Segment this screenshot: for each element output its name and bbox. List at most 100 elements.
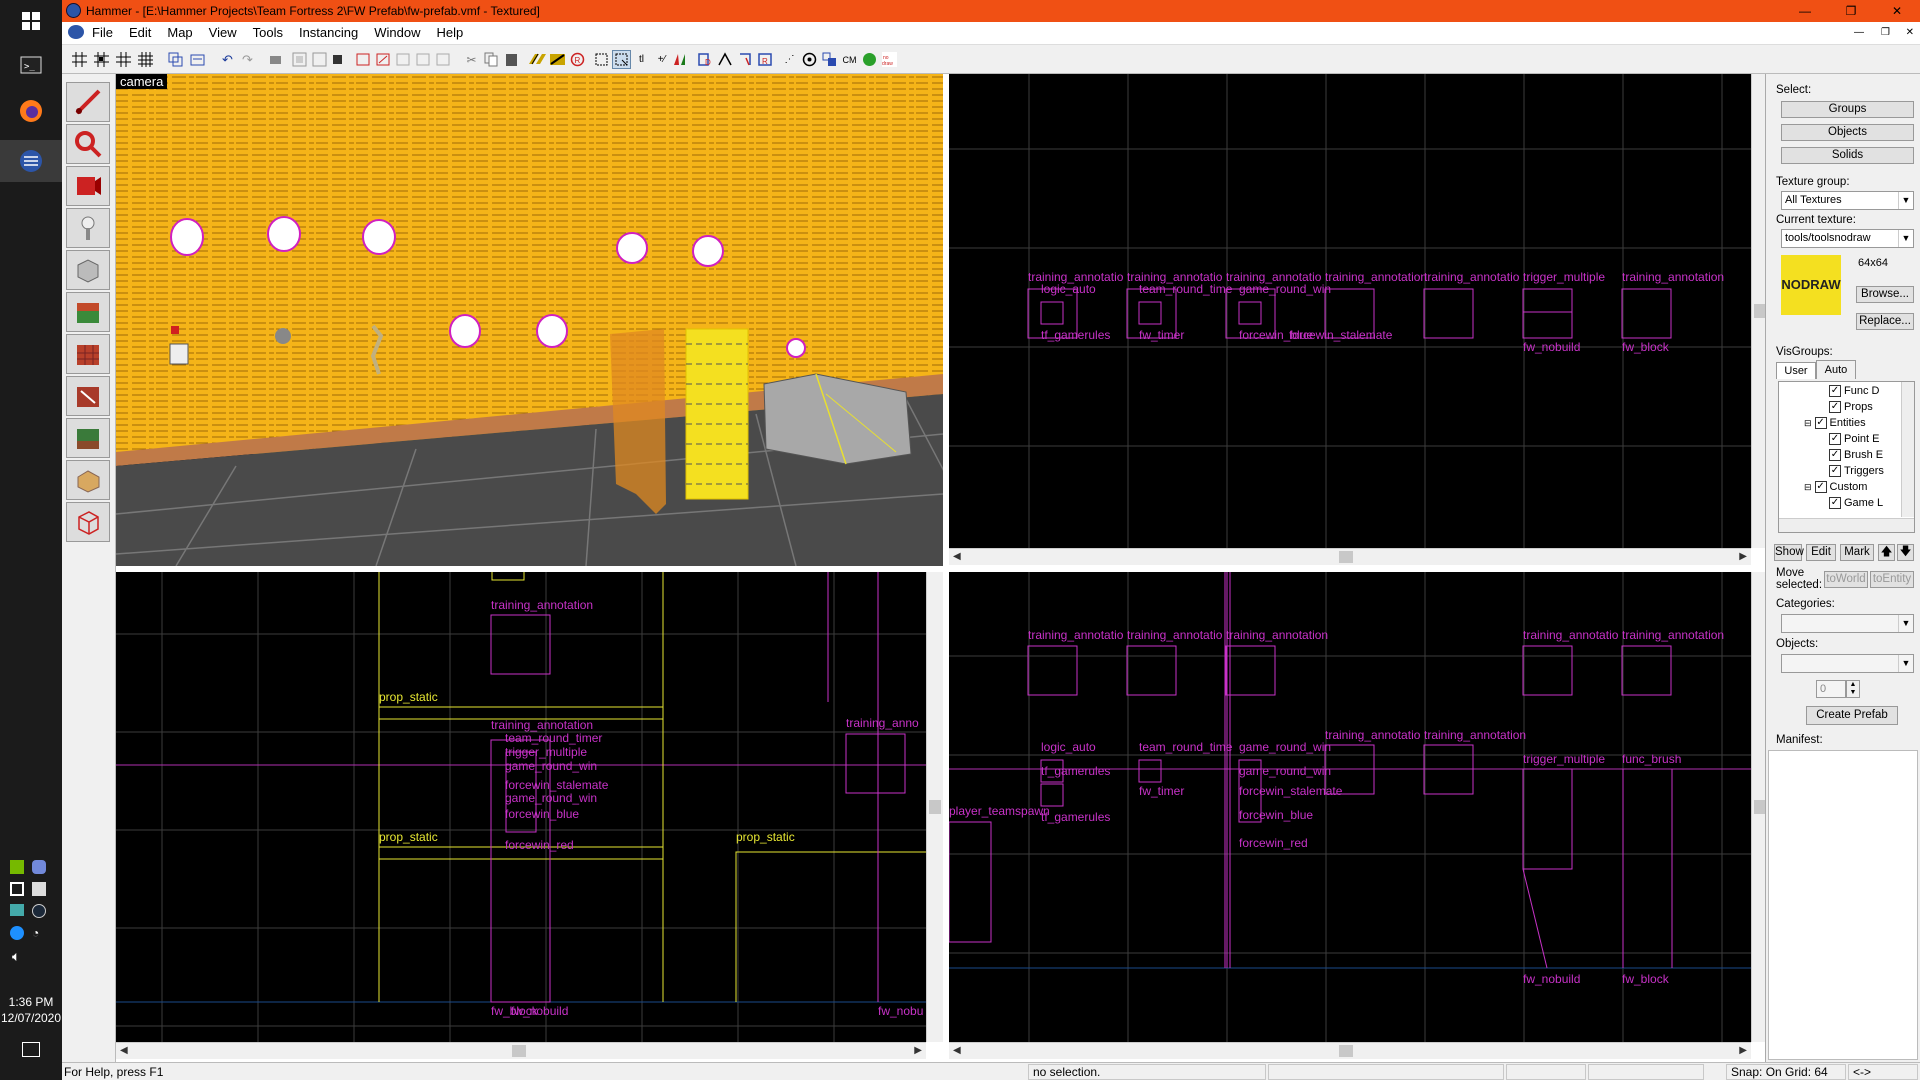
- close-icon[interactable]: ✕: [1874, 0, 1920, 22]
- camera-tool-icon[interactable]: [66, 166, 110, 206]
- arrow-up-icon[interactable]: 🡅: [1878, 544, 1895, 561]
- entity-label[interactable]: fw_block: [1622, 340, 1669, 354]
- checkbox-checked-icon[interactable]: ✓: [1814, 481, 1827, 493]
- entity-label[interactable]: tf_gamerules: [1041, 328, 1110, 342]
- categories-select[interactable]: ▼: [1781, 614, 1914, 633]
- visgroup-show-button[interactable]: Show: [1774, 544, 1804, 561]
- objects-select[interactable]: ▼: [1781, 654, 1914, 673]
- entity-label[interactable]: training_annotation: [491, 718, 593, 732]
- side-view-hscroll[interactable]: ◀ ▶: [116, 1042, 926, 1059]
- taskbar-date[interactable]: 12/07/2020: [0, 1010, 62, 1026]
- hide-unselected-icon[interactable]: [394, 50, 413, 69]
- block-tool-icon[interactable]: [66, 250, 110, 290]
- side-view-vscroll[interactable]: [926, 572, 943, 1042]
- discord-icon[interactable]: [32, 860, 46, 874]
- selection-tool-icon[interactable]: [66, 82, 110, 122]
- bluetooth-icon[interactable]: [10, 926, 24, 940]
- create-prefab-button[interactable]: Create Prefab: [1806, 706, 1898, 725]
- visgroup-tab-auto[interactable]: Auto: [1816, 360, 1856, 379]
- current-texture-select[interactable]: tools/toolsnodraw ▼: [1781, 229, 1914, 248]
- entity-label[interactable]: forcewin_blue: [1239, 808, 1313, 822]
- visgroup-item[interactable]: ✓ Func D: [1829, 385, 1879, 397]
- entity-label[interactable]: fw_block: [1622, 972, 1669, 986]
- selection-tool-icon[interactable]: [592, 50, 611, 69]
- entity-label[interactable]: fw_timer: [1139, 784, 1184, 798]
- run-map-icon[interactable]: [716, 50, 735, 69]
- minimize-icon[interactable]: —: [1782, 0, 1828, 22]
- copy-icon[interactable]: [482, 50, 501, 69]
- visgroup-item[interactable]: ✓ Props: [1829, 401, 1873, 413]
- visgroup-icon[interactable]: [434, 50, 453, 69]
- menu-help[interactable]: Help: [428, 25, 471, 40]
- menu-instancing[interactable]: Instancing: [291, 25, 366, 40]
- texture-application-icon[interactable]: +⁄: [652, 50, 671, 69]
- firefox-icon[interactable]: [14, 94, 48, 128]
- visgroup-item[interactable]: ✓ Brush E: [1829, 449, 1883, 461]
- to-entity-button[interactable]: toEntity: [1870, 571, 1914, 588]
- grid-smaller-icon[interactable]: [114, 50, 133, 69]
- entity-label[interactable]: team_round_timer: [505, 731, 602, 745]
- show-3d-grid-icon[interactable]: [800, 50, 819, 69]
- entity-label[interactable]: fw_nobu: [878, 1004, 923, 1018]
- menu-file[interactable]: File: [84, 25, 121, 40]
- cordon-icon[interactable]: ⋰: [780, 50, 799, 69]
- entity-label[interactable]: training_annotatio: [1127, 628, 1222, 642]
- to-world-button[interactable]: toWorld: [1824, 571, 1868, 588]
- entity-label[interactable]: game_round_win: [1239, 282, 1331, 296]
- entity-label[interactable]: fw_nobuild: [511, 1004, 568, 1018]
- entity-label[interactable]: trigger_multiple: [505, 745, 587, 759]
- entity-label[interactable]: tf_gamerules: [1041, 764, 1110, 778]
- entity-label[interactable]: team_round_time: [1139, 740, 1232, 754]
- entity-label[interactable]: forcewin_red: [505, 838, 574, 852]
- hide-items-icon[interactable]: [328, 50, 347, 69]
- visgroup-item[interactable]: ⊟ ✓ Custom: [1804, 481, 1867, 493]
- group-icon[interactable]: [290, 50, 309, 69]
- mirror-icon[interactable]: [820, 50, 839, 69]
- menu-view[interactable]: View: [201, 25, 245, 40]
- ungroup-icon[interactable]: [310, 50, 329, 69]
- toggle-groups-icon[interactable]: [528, 50, 547, 69]
- lightmap-icon[interactable]: [860, 50, 879, 69]
- hammer-taskbar-icon[interactable]: [0, 140, 62, 182]
- radius-culling-icon[interactable]: R: [568, 50, 587, 69]
- visgroup-vscroll[interactable]: [1901, 382, 1914, 517]
- flip-icon[interactable]: [670, 50, 689, 69]
- menu-edit[interactable]: Edit: [121, 25, 159, 40]
- show-all-icon[interactable]: [414, 50, 433, 69]
- select-by-center-icon[interactable]: [612, 50, 631, 69]
- prop-label[interactable]: prop_static: [736, 830, 795, 844]
- entity-label[interactable]: forcewin_stalemate: [1239, 784, 1342, 798]
- select-groups-button[interactable]: Groups: [1781, 101, 1914, 118]
- wifi-icon[interactable]: ◔: [32, 926, 39, 940]
- map-properties-icon[interactable]: R: [756, 50, 775, 69]
- grid-3d-icon[interactable]: [92, 50, 111, 69]
- notification-icon[interactable]: [22, 1042, 40, 1057]
- taskbar-time[interactable]: 1:36 PM: [0, 994, 62, 1010]
- visgroup-tree[interactable]: ✓ Func D ✓ Props ⊟ ✓ Entities ✓ Point E ✓ Brus…: [1778, 381, 1915, 533]
- mdi-minimize-icon[interactable]: —: [1854, 27, 1864, 38]
- arrow-down-icon[interactable]: 🡇: [1897, 544, 1914, 561]
- entity-label[interactable]: training_annotation: [1325, 270, 1427, 284]
- checkbox-checked-icon[interactable]: ✓: [1829, 401, 1841, 413]
- checkbox-checked-icon[interactable]: ✓: [1829, 465, 1841, 477]
- entity-label[interactable]: game_round_win: [505, 791, 597, 805]
- toggle-helpers-icon[interactable]: [548, 50, 567, 69]
- terminal-icon[interactable]: >_: [14, 48, 48, 82]
- nvidia-icon[interactable]: [10, 860, 24, 874]
- entity-label[interactable]: training_anno: [846, 716, 919, 730]
- paste-window-icon[interactable]: [188, 50, 207, 69]
- prop-label[interactable]: prop_static: [379, 830, 438, 844]
- entity-label[interactable]: training_annotation: [1424, 728, 1526, 742]
- document-icon[interactable]: [68, 25, 84, 39]
- entity-label[interactable]: player_teamspawn: [949, 804, 1050, 818]
- mdi-close-icon[interactable]: ✕: [1906, 27, 1914, 38]
- front-view-hscroll[interactable]: ◀ ▶: [949, 1042, 1751, 1059]
- side-2d-viewport[interactable]: training_annotation prop_static training…: [116, 572, 926, 1042]
- menu-window[interactable]: Window: [366, 25, 428, 40]
- spinner-arrows-icon[interactable]: ▲ ▼: [1846, 680, 1860, 698]
- visgroup-tab-user[interactable]: User: [1776, 362, 1816, 379]
- texture-group-select[interactable]: All Textures ▼: [1781, 191, 1914, 210]
- app-tray-icon[interactable]: [10, 882, 24, 896]
- menu-map[interactable]: Map: [159, 25, 200, 40]
- cubemap-icon[interactable]: CM: [840, 50, 859, 69]
